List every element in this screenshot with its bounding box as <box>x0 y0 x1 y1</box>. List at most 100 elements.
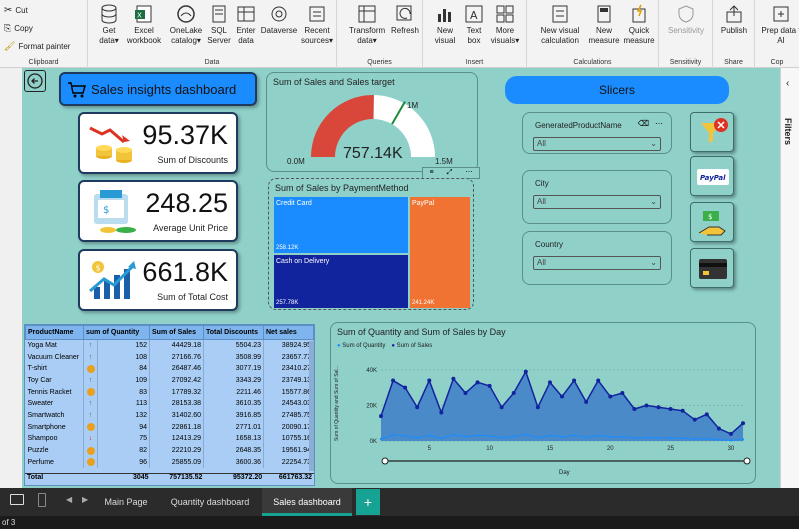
clear-filter-button[interactable] <box>690 112 734 152</box>
prep-data-ai-button[interactable]: Prep data f AI <box>759 4 799 46</box>
transform-data-button[interactable]: Transform data▾ <box>349 4 385 46</box>
chevron-left-icon[interactable]: ‹ <box>786 78 789 89</box>
more-visuals-button[interactable]: More visuals▾ <box>487 4 523 46</box>
table-row[interactable]: Smartwatch ↑ 132 31402.60 3916.85 27485.75 <box>25 409 314 422</box>
card-filter-button[interactable] <box>690 248 734 288</box>
table-row[interactable]: Tennis Racket 83 17789.32 2211.46 15577.86 <box>25 386 314 398</box>
col-header-discounts[interactable]: Total Discounts <box>203 325 264 340</box>
table-row[interactable]: Toy Car ↑ 109 27092.42 3343.29 23749.13 <box>25 374 314 387</box>
dataverse-button[interactable]: Dataverse <box>258 4 300 36</box>
sensitivity-button[interactable]: Sensitivity <box>663 4 709 36</box>
filters-pane[interactable]: ‹ Filters <box>780 68 799 488</box>
focus-mode-icon[interactable]: ⤢ <box>447 168 453 178</box>
tab-quantity-dashboard[interactable]: Quantity dashboard <box>162 488 258 516</box>
table-row[interactable]: Sweater ↑ 113 28153.38 3610.35 24543.03 <box>25 397 314 410</box>
get-data-button[interactable]: Get data▾ <box>94 4 124 46</box>
new-visual-calculation-button[interactable]: New visual calculation <box>533 4 587 46</box>
new-visual-button[interactable]: New visual <box>431 4 459 46</box>
col-header-productname[interactable]: ProductName <box>25 325 84 340</box>
slicer-product-name-title: GeneratedProductName <box>535 121 622 130</box>
slicer-product-name[interactable]: GeneratedProductName ⌫ ⋯ All ⌄ <box>522 112 672 154</box>
col-header-net-sales[interactable]: Net sales <box>263 325 314 340</box>
refresh-icon <box>396 5 412 21</box>
table-scrollbar[interactable] <box>309 341 314 471</box>
page-view-icon[interactable] <box>10 494 24 505</box>
sensitivity-group: Sensitivity Sensitivity <box>659 0 713 68</box>
sales-point <box>535 405 540 410</box>
sales-point <box>692 417 697 422</box>
kpi-card-unit-price: $ 248.25 Average Unit Price <box>78 180 238 242</box>
col-header-sales[interactable]: Sum of Sales <box>149 325 204 340</box>
col-header-quantity[interactable]: sum of Quantity <box>83 325 150 340</box>
copy-button[interactable]: ⎘ Copy <box>4 23 33 34</box>
table-row[interactable]: Shampoo ↓ 75 12413.29 1658.13 10755.16 <box>25 433 314 445</box>
cut-button[interactable]: ✂ Cut <box>4 5 28 16</box>
gauge-panel[interactable]: Sum of Sales and Sales target 757.14K 0.… <box>266 72 480 179</box>
text-box-button[interactable]: A Text box <box>461 4 487 46</box>
svg-text:A: A <box>470 9 478 22</box>
quick-measure-button[interactable]: Quick measure <box>621 4 657 46</box>
product-table[interactable]: ProductName sum of Quantity Sum of Sales… <box>24 324 315 486</box>
slicer-country[interactable]: Country All ⌄ <box>522 231 672 285</box>
eraser-icon[interactable]: ⌫ <box>638 119 649 128</box>
enter-data-button[interactable]: Enter data <box>232 4 260 46</box>
cell-net-sales: 19561.94 <box>263 444 314 457</box>
filter-icon[interactable]: ≡ <box>430 168 434 178</box>
sales-area <box>381 371 743 441</box>
calculations-group-label: Calculations <box>573 59 612 66</box>
quantity-point <box>536 436 540 439</box>
slicer-city-dropdown[interactable]: All ⌄ <box>533 195 661 209</box>
back-button[interactable] <box>24 70 46 92</box>
filters-pane-label: Filters <box>783 118 793 146</box>
table-row[interactable]: Yoga Mat ↑ 152 44429.18 5504.23 38924.95 <box>25 339 314 352</box>
more-options-icon[interactable]: ⋯ <box>465 168 472 178</box>
slider-handle-right <box>743 457 751 465</box>
cell-sales: 22210.29 <box>149 444 204 457</box>
chevron-down-icon: ⌄ <box>650 139 657 148</box>
quantity-point <box>416 436 419 439</box>
quantity-point <box>609 435 612 439</box>
share-group-label: Share <box>724 59 743 66</box>
table-row[interactable]: Perfume 96 25855.09 3600.36 22254.73 <box>25 456 314 469</box>
table-row[interactable]: Puzzle 82 22210.29 2648.35 19561.94 <box>25 444 314 457</box>
slicer-product-name-dropdown[interactable]: All ⌄ <box>533 137 661 151</box>
cell-discounts: 3600.36 <box>203 456 264 469</box>
arrow-up-icon: ↑ <box>88 376 93 384</box>
refresh-button[interactable]: Refresh <box>389 4 421 36</box>
treemap-tile-credit-card[interactable]: Credit Card 258.12K <box>274 197 408 253</box>
line-chart-panel[interactable]: Sum of Quantity and Sum of Sales by Day … <box>330 322 756 484</box>
tab-sales-dashboard[interactable]: Sales dashboard <box>262 488 352 516</box>
cell-sales: 12413.29 <box>149 433 204 445</box>
brush-icon: 🖌 <box>4 41 16 51</box>
treemap-tile-paypal[interactable]: PayPal 241.24K <box>410 197 470 308</box>
next-page-icon[interactable]: ▶ <box>82 495 88 504</box>
excel-workbook-button[interactable]: X Excel workbook <box>124 4 164 46</box>
prev-page-icon[interactable]: ◀ <box>66 495 72 504</box>
sql-server-button[interactable]: SQL Server <box>204 4 234 46</box>
table-row[interactable]: Smartphone 94 22861.18 2771.01 20090.17 <box>25 421 314 433</box>
slicer-country-dropdown[interactable]: All ⌄ <box>533 256 661 270</box>
format-painter-button[interactable]: 🖌 Format painter <box>4 41 70 52</box>
publish-button[interactable]: Publish <box>715 4 753 36</box>
treemap-panel[interactable]: Sum of Sales by PaymentMethod Credit Car… <box>268 178 474 310</box>
insert-group: New visual A Text box More visuals▾ Insert <box>423 0 527 68</box>
clipboard-group-label: Clipboard <box>28 59 59 66</box>
table-row[interactable]: T-shirt 84 26487.46 3077.19 23410.27 <box>25 362 314 375</box>
onelake-catalog-button[interactable]: OneLake catalog▾ <box>166 4 206 46</box>
calculations-group: New visual calculation New measure Quick me… <box>527 0 659 68</box>
new-measure-button[interactable]: New measure <box>587 4 621 46</box>
add-page-button[interactable]: + <box>356 489 380 515</box>
mobile-view-icon[interactable] <box>38 493 46 507</box>
cash-filter-button[interactable]: $ <box>690 202 734 242</box>
recent-sources-button[interactable]: Recent sources▾ <box>298 4 336 46</box>
cell-product: Toy Car <box>25 374 84 387</box>
treemap-tile-cash-on-delivery[interactable]: Cash on Delivery 257.78K <box>274 255 408 308</box>
slicer-city[interactable]: City All ⌄ <box>522 170 672 224</box>
arrow-down-icon: ↓ <box>88 435 93 443</box>
data-group: Get data▾ X Excel workbook OneLake catalog▾… <box>88 0 337 68</box>
more-options-icon[interactable]: ⋯ <box>655 119 663 128</box>
paypal-filter-button[interactable]: PayPal <box>690 156 734 196</box>
quantity-point <box>500 436 503 439</box>
table-row[interactable]: Vacuum Cleaner ↑ 108 27166.76 3508.99 23657.7… <box>25 351 314 363</box>
tab-main-page[interactable]: Main Page <box>95 488 157 516</box>
